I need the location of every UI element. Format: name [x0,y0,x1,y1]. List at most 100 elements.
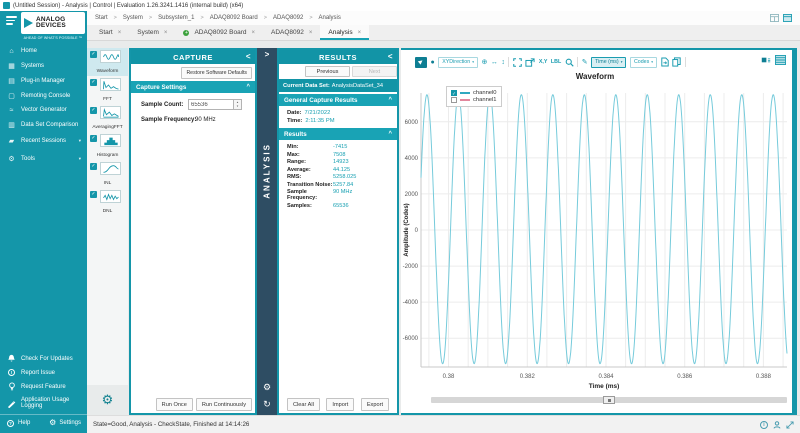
results-title: RESULTS [319,53,357,62]
legend-checkbox-checked[interactable]: ✓ [451,90,457,96]
sidebar-item-systems[interactable]: ▦ Systems [0,58,87,73]
rail-item-waveform[interactable]: ✓ Waveform [87,48,128,76]
close-icon[interactable]: × [251,30,255,36]
xy-coordinates-toggle[interactable]: X,Y [539,59,548,65]
close-icon[interactable]: × [309,30,313,36]
y-unit-dropdown[interactable]: Codes ▾ [630,57,657,68]
collapse-up-icon[interactable]: ^ [388,97,392,103]
close-icon[interactable]: × [164,30,168,36]
rail-item-label: DNL [87,209,128,214]
sidebar-item-recent-sessions[interactable]: ▰ Recent Sessions ▾ [0,132,87,150]
refresh-icon[interactable]: ↻ [257,399,277,410]
annotate-pen-icon[interactable]: ✎ [582,59,588,66]
layout-grid-icon[interactable] [770,14,779,22]
fit-vertical-icon[interactable]: ↕ [501,59,505,66]
run-once-button[interactable]: Run Once [156,398,193,411]
rail-item-dnl[interactable]: ✓ DNL [87,188,128,216]
snapshot-icon[interactable] [525,58,535,67]
close-icon[interactable]: × [118,30,122,36]
cursor-icon: ▶ [417,58,424,65]
user-feedback-icon[interactable] [773,421,781,429]
sidebar-item-tools[interactable]: ⚙ Tools ▾ [0,150,87,168]
tool-settings-gear-icon[interactable]: ⚙ [87,385,128,415]
check-for-updates-item[interactable]: Check For Updates [0,351,87,366]
cursor-tool-button[interactable]: ▶ [415,57,427,68]
collapse-left-icon[interactable]: < [246,52,251,61]
wrench-icon[interactable]: ⚙ [257,382,277,393]
y-tick-label: -4000 [403,300,419,306]
results-section[interactable]: Results ^ [279,128,397,140]
breadcrumb-item[interactable]: ADAQ8092 [273,15,303,21]
general-capture-results-section[interactable]: General Capture Results ^ [279,94,397,106]
breadcrumb-item[interactable]: Subsystem_1 [158,15,194,21]
spin-down-icon[interactable]: ▾ [237,105,239,109]
rail-item-fft[interactable]: ✓ FFT [87,76,128,104]
checkbox-checked[interactable]: ✓ [90,163,97,170]
import-button[interactable]: Import [326,398,354,411]
data-grid-icon[interactable] [775,55,786,65]
pan-tool-icon[interactable]: ● [431,59,435,66]
pin-layout-icon[interactable] [783,14,792,22]
scrollbar-handle[interactable] [603,396,615,404]
fit-all-icon[interactable]: ⊕ [481,59,487,66]
application-usage-logging-item[interactable]: Application Usage Logging [0,394,87,412]
export-file-icon[interactable] [661,57,669,67]
collapse-up-icon[interactable]: ^ [246,84,250,90]
info-icon[interactable]: i [760,421,768,429]
legend-checkbox-unchecked[interactable] [451,97,457,103]
restore-defaults-button[interactable]: Restore Software Defaults [181,67,252,79]
checkbox-checked[interactable]: ✓ [90,107,97,114]
checkbox-checked[interactable]: ✓ [90,135,97,142]
zoom-magnifier-icon[interactable] [565,58,574,67]
tab-start[interactable]: Start × [91,25,129,40]
close-icon[interactable]: × [358,30,362,36]
copy-icon[interactable] [672,57,681,67]
sample-count-stepper[interactable]: ▴ ▾ [234,99,242,110]
breadcrumb-item[interactable]: System [123,15,143,21]
collapse-left-icon[interactable]: < [388,52,393,61]
app-icon [3,2,10,9]
xy-direction-dropdown[interactable]: XYDirection ▾ [438,57,478,68]
sidebar-item-data-set-comparison[interactable]: ▥ Data Set Comparison [0,117,87,132]
tab-analysis[interactable]: Analysis × [320,25,369,40]
sidebar-item-vector-generator[interactable]: ≈ Vector Generator [0,103,87,117]
rail-item-averagingfft[interactable]: ✓ AveragingFFT [87,104,128,132]
help-label[interactable]: Help [18,420,30,426]
labels-toggle[interactable]: LBL [551,59,561,65]
export-button[interactable]: Export [361,398,389,411]
expand-right-icon[interactable]: > [257,50,277,59]
tab-adaq8092[interactable]: ADAQ8092 × [263,25,320,40]
clear-all-button[interactable]: Clear All [287,398,320,411]
analysis-strip: > ANALYSIS ⚙ ↻ [257,48,277,415]
capture-settings-section[interactable]: Capture Settings ^ [131,81,255,93]
capture-body: Restore Software Defaults Capture Settin… [131,64,255,396]
checkbox-checked[interactable]: ✓ [90,191,97,198]
sidebar-item-home[interactable]: ⌂ Home [0,44,87,58]
collapse-up-icon[interactable]: ^ [388,131,392,137]
sidebar-item-plugin-manager[interactable]: ▤ Plug-in Manager [0,73,87,88]
previous-button[interactable]: Previous [305,66,350,77]
sidebar-item-remoting-console[interactable]: ▢ Remoting Console [0,88,87,103]
checkbox-checked[interactable]: ✓ [90,79,97,86]
breadcrumb-item[interactable]: ADAQ8092 Board [210,15,258,21]
rail-item-inl[interactable]: ✓ INL [87,160,128,188]
checkbox-checked[interactable]: ✓ [90,51,97,58]
rail-item-histogram[interactable]: ✓ Histogram [87,132,128,160]
legend-toggle-icon[interactable] [761,56,771,64]
fit-horizontal-icon[interactable]: ↔ [491,59,498,66]
breadcrumb-item[interactable]: Analysis [319,15,341,21]
run-continuously-button[interactable]: Run Continuously [196,398,252,411]
tab-system[interactable]: System × [129,25,175,40]
settings-button[interactable]: ⚙ Settings [49,419,81,427]
request-feature-item[interactable]: Request Feature [0,379,87,394]
x-unit-dropdown[interactable]: Time (ms) ▾ [591,57,626,68]
next-button[interactable]: Next [352,66,397,77]
report-issue-item[interactable]: ! Report Issue [0,366,87,379]
breadcrumb-item[interactable]: Start [95,15,108,21]
tab-adaq8092-board[interactable]: + ADAQ8092 Board × [175,25,263,40]
fullscreen-icon[interactable] [513,58,522,67]
horizontal-scrollbar[interactable] [431,397,787,403]
sample-count-input[interactable] [188,99,234,110]
hamburger-menu-icon[interactable] [6,16,17,27]
expand-window-icon[interactable] [786,421,794,429]
